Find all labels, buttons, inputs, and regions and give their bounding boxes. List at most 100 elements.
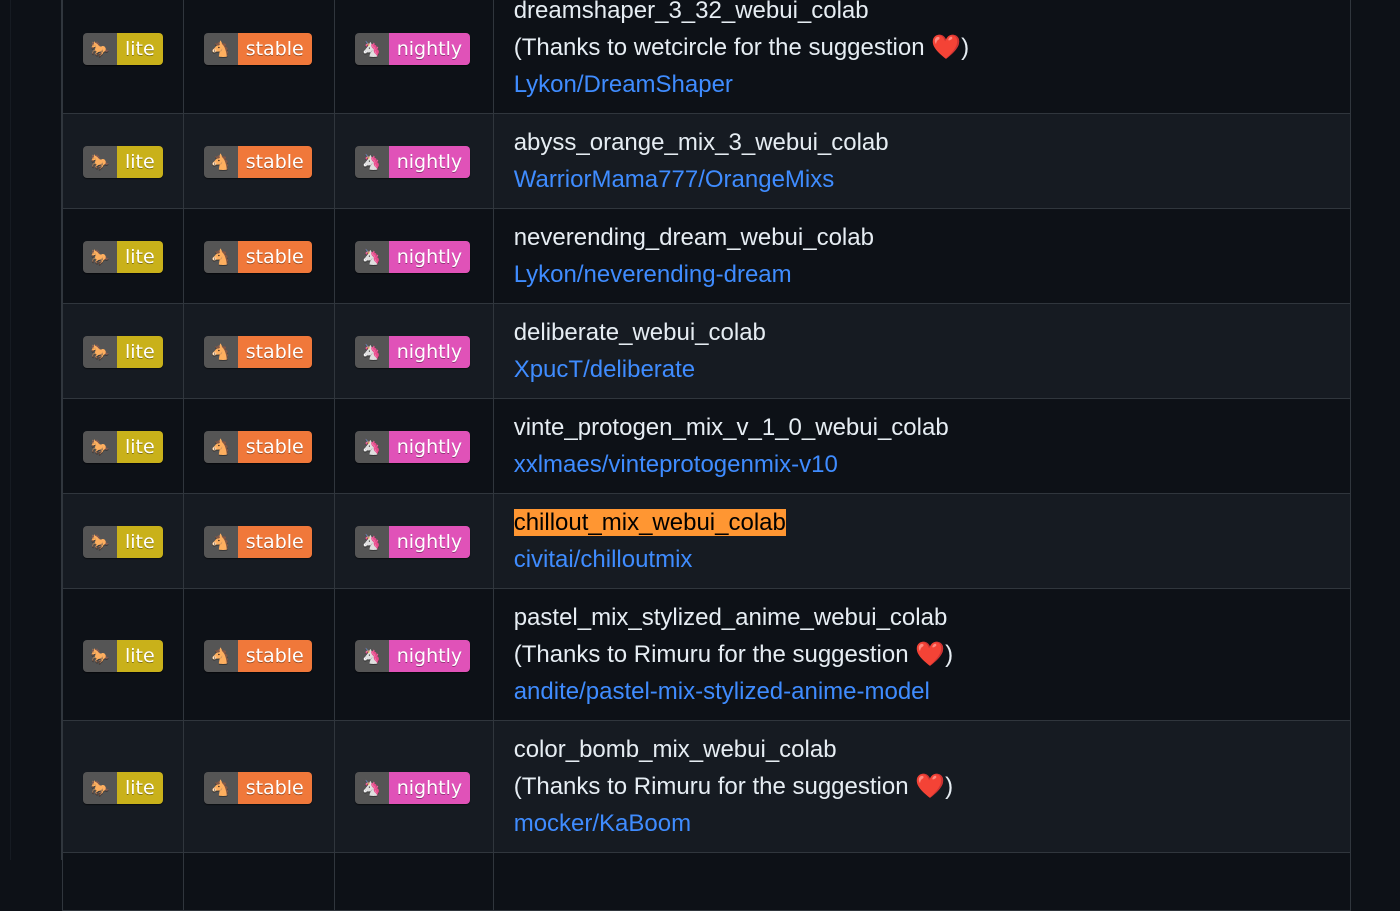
model-name: neverending_dream_webui_colab [514,219,1330,256]
lite-badge[interactable]: 🐎 lite [83,146,163,179]
lite-cell: 🐎 lite [62,588,184,721]
model-link[interactable]: Lykon/neverending-dream [514,261,792,288]
model-link[interactable]: mocker/KaBoom [514,810,691,837]
nightly-cell: 🦄 nightly [333,588,494,721]
model-name: abyss_orange_mix_3_webui_colab [514,124,1330,161]
stable-badge[interactable]: 🐴 stable [203,146,312,179]
horse-icon: 🐎 [83,146,117,179]
lite-badge[interactable]: 🐎 lite [83,32,163,65]
stable-badge[interactable]: 🐴 stable [203,241,312,274]
stable-badge[interactable]: 🐴 stable [203,639,312,672]
table-row: 🐎 lite 🐴 stable 🦄 nightly abyss_orange_m… [62,113,1352,209]
stable-badge-label: stable [237,431,312,464]
lite-badge[interactable]: 🐎 lite [83,431,163,464]
nightly-cell: 🦄 nightly [333,208,494,304]
nightly-badge[interactable]: 🦄 nightly [354,639,471,672]
lite-badge-label: lite [117,431,163,464]
model-link[interactable]: XpucT/deliberate [514,356,695,383]
lite-cell: 🐎 lite [62,113,184,209]
stable-badge-label: stable [237,639,312,672]
model-cell: neverending_dream_webui_colab Lykon/never… [492,208,1352,304]
nightly-badge[interactable]: 🦄 nightly [354,771,471,804]
model-link[interactable]: xxlmaes/vinteprotogenmix-v10 [514,451,838,478]
model-name-text: neverending_dream_webui_colab [513,224,874,251]
stable-cell: 🐴 stable [182,398,335,494]
model-link[interactable]: WarriorMama777/OrangeMixs [514,166,835,193]
stable-badge-label: stable [237,32,312,65]
lite-badge[interactable]: 🐎 lite [83,336,163,369]
lite-cell: 🐎 lite [62,398,184,494]
stable-badge[interactable]: 🐴 stable [203,431,312,464]
unicorn-icon: 🦄 [354,431,389,464]
model-name: deliberate_webui_colab [514,314,1330,351]
table-row: 🐎 lite 🐴 stable 🦄 nightly dreamshaper_3_… [62,0,1352,114]
lite-badge[interactable]: 🐎 lite [83,771,163,804]
nightly-badge-label: nightly [388,431,471,464]
stable-badge-label: stable [237,241,312,274]
unicorn-icon: 🦄 [354,146,389,179]
nightly-cell: 🦄 nightly [333,0,494,114]
model-cell: dreamshaper_3_32_webui_colab (Thanks to w… [492,0,1352,114]
left-gutter [0,0,62,860]
model-name-text: dreamshaper_3_32_webui_colab [513,0,869,24]
unicorn-icon: 🦄 [354,241,389,274]
table-row: 🐎 lite 🐴 stable 🦄 nightly deliberate_web… [62,303,1352,399]
nightly-badge[interactable]: 🦄 nightly [354,336,471,369]
model-name: pastel_mix_stylized_anime_webui_colab [514,599,1330,636]
lite-badge[interactable]: 🐎 lite [83,526,163,559]
lite-cell: 🐎 lite [62,208,184,304]
horse-icon: 🐎 [83,526,117,559]
model-link[interactable]: Lykon/DreamShaper [514,71,733,98]
model-link[interactable]: civitai/chilloutmix [514,546,693,573]
stable-badge[interactable]: 🐴 stable [203,336,312,369]
nightly-badge-label: nightly [388,146,471,179]
nightly-badge-label: nightly [388,771,471,804]
stable-cell: 🐴 stable [182,208,335,304]
horse-icon: 🐎 [83,32,117,65]
nightly-cell: 🦄 nightly [333,493,494,589]
model-cell: pastel_mix_stylized_anime_webui_colab (Th… [492,588,1352,721]
model-name: dreamshaper_3_32_webui_colab [514,0,1330,29]
model-name-text: deliberate_webui_colab [513,319,766,346]
horse-face-icon: 🐴 [203,241,238,274]
thanks-note: (Thanks to Rimuru for the suggestion ❤️) [513,641,954,668]
nightly-badge-label: nightly [388,336,471,369]
table-row: 🐎 lite 🐴 stable 🦄 nightly neverending_dr… [62,208,1352,304]
stable-badge[interactable]: 🐴 stable [203,32,312,65]
nightly-badge-label: nightly [388,241,471,274]
model-name: chillout_mix_webui_colab [513,504,1330,541]
horse-face-icon: 🐴 [203,526,238,559]
lite-badge-label: lite [117,32,163,65]
nightly-badge[interactable]: 🦄 nightly [354,526,471,559]
lite-cell: 🐎 lite [62,493,184,589]
model-name: color_bomb_mix_webui_colab [514,731,1330,768]
model-cell: vinte_protogen_mix_v_1_0_webui_colabxxlm… [492,398,1352,494]
lite-badge[interactable]: 🐎 lite [83,241,163,274]
table-row [62,852,1352,911]
model-name-text: chillout_mix_webui_colab [513,509,786,536]
unicorn-icon: 🦄 [354,526,389,559]
horse-face-icon: 🐴 [203,639,238,672]
stable-badge[interactable]: 🐴 stable [203,771,312,804]
lite-badge-label: lite [117,241,163,274]
lite-cell: 🐎 lite [62,720,184,853]
model-table: 🐎 lite 🐴 stable 🦄 nightly dreamshaper_3_… [62,0,1352,911]
model-link[interactable]: andite/pastel-mix-stylized-anime-model [514,678,930,705]
lite-badge-label: lite [117,526,163,559]
nightly-badge[interactable]: 🦄 nightly [354,32,471,65]
horse-icon: 🐎 [83,241,117,274]
lite-badge-label: lite [117,639,163,672]
nightly-badge[interactable]: 🦄 nightly [354,146,471,179]
unicorn-icon: 🦄 [354,771,389,804]
horse-icon: 🐎 [83,639,117,672]
lite-badge[interactable]: 🐎 lite [83,639,163,672]
nightly-cell: 🦄 nightly [333,303,494,399]
nightly-badge[interactable]: 🦄 nightly [354,431,471,464]
nightly-badge[interactable]: 🦄 nightly [354,241,471,274]
model-name-text: vinte_protogen_mix_v_1_0_webui_colab [513,414,949,441]
table-row: 🐎 lite 🐴 stable 🦄 nightly vinte_protogen… [62,398,1352,494]
unicorn-icon: 🦄 [354,639,389,672]
stable-badge-label: stable [237,526,312,559]
stable-badge[interactable]: 🐴 stable [203,526,312,559]
stable-badge-label: stable [237,146,312,179]
